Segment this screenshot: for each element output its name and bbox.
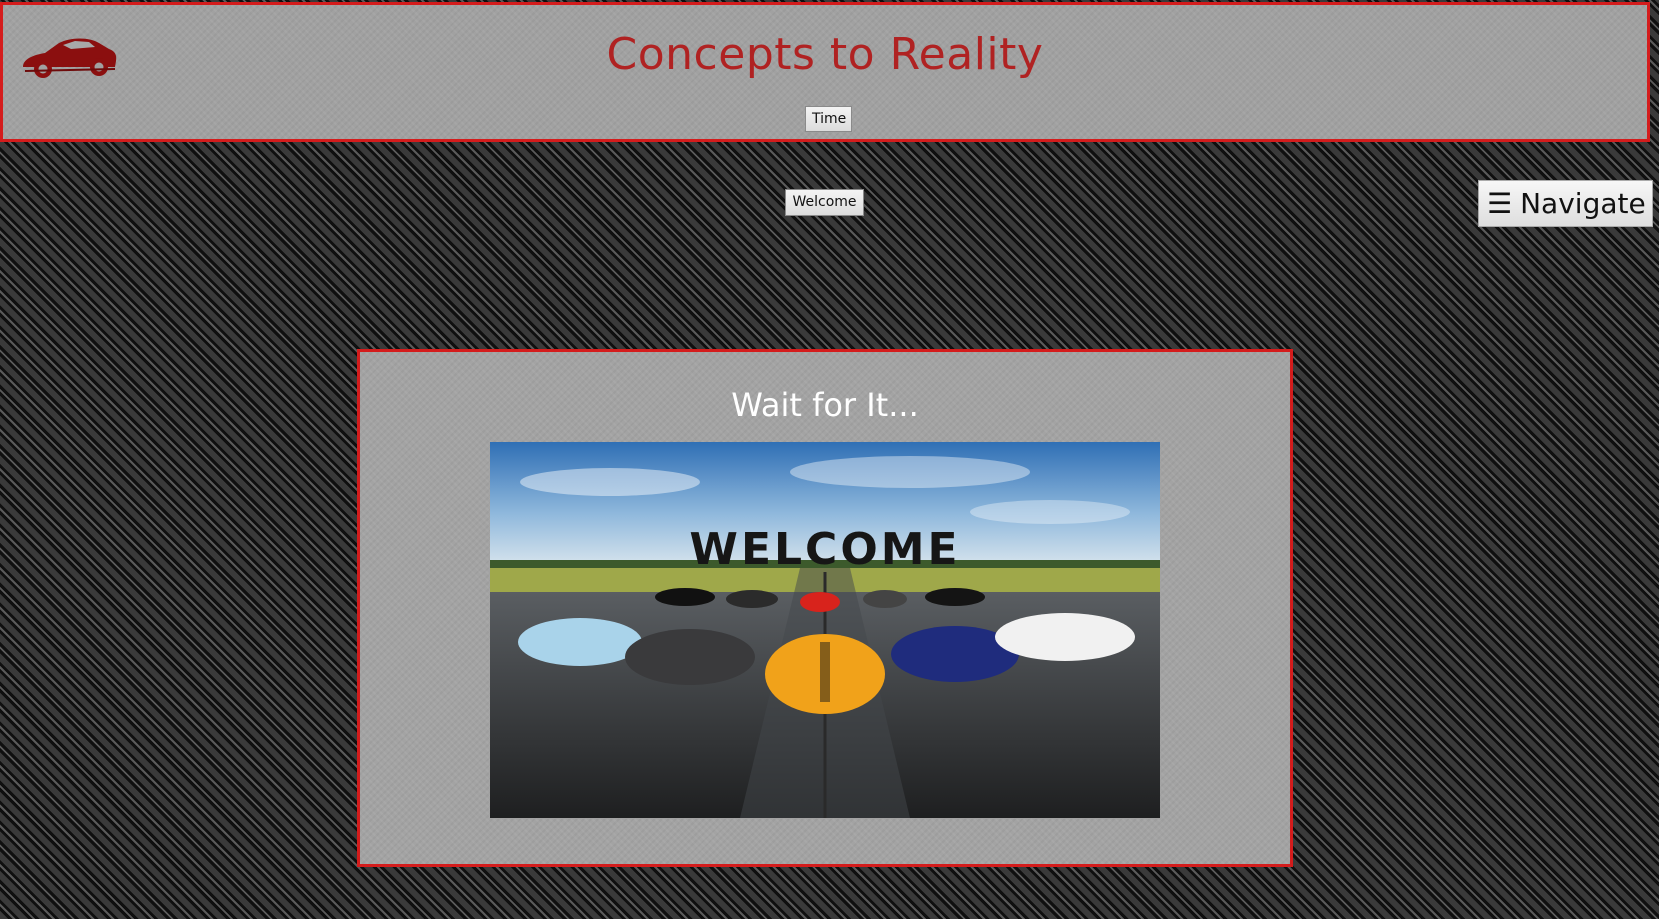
welcome-button[interactable]: Welcome bbox=[785, 189, 864, 216]
panel-heading: Wait for It... bbox=[731, 386, 919, 424]
hamburger-menu-icon: ☰ bbox=[1487, 187, 1513, 220]
navigate-button[interactable]: ☰ Navigate bbox=[1478, 180, 1653, 227]
site-title: Concepts to Reality bbox=[606, 29, 1044, 80]
hero-welcome-text: WELCOME bbox=[689, 524, 961, 575]
content-panel: Wait for It... WELCOME bbox=[357, 349, 1293, 867]
supercars-on-runway-image: WELCOME bbox=[490, 442, 1160, 818]
site-header: Concepts to Reality Time bbox=[0, 2, 1650, 142]
navigate-label: Navigate bbox=[1520, 187, 1646, 220]
time-button[interactable]: Time bbox=[805, 106, 852, 132]
